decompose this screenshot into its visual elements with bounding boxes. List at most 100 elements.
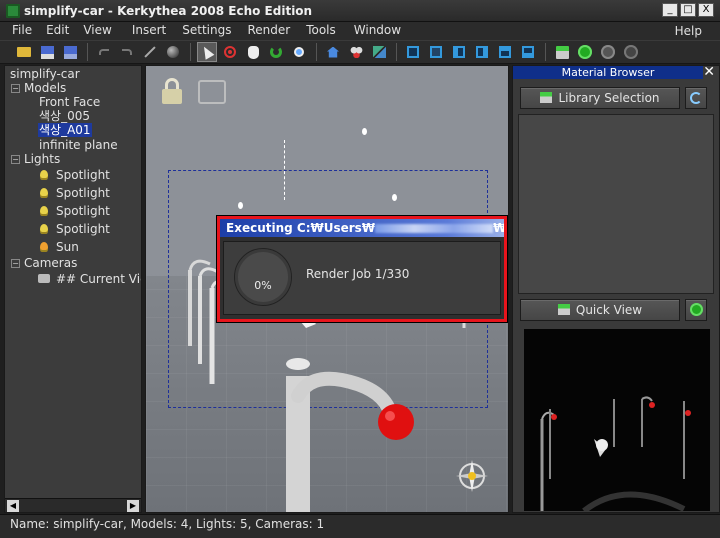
quick-render-button[interactable]	[685, 299, 707, 321]
toolbar	[0, 40, 720, 64]
collapse-icon[interactable]: −	[11, 155, 20, 164]
menu-edit[interactable]: Edit	[38, 22, 75, 40]
library-list-area[interactable]	[518, 114, 714, 294]
pan-hand-icon[interactable]	[243, 42, 263, 62]
dialog-title: Executing C:₩Users₩₩0...	[220, 219, 504, 237]
dialog-body: 0% Render Job 1/330	[223, 241, 501, 315]
toolbar-separator	[396, 43, 397, 61]
tree-item-model[interactable]: Front Face	[39, 95, 100, 110]
menu-window[interactable]: Window	[342, 22, 407, 40]
material-browser-title: Material Browser	[513, 66, 703, 79]
material-browser-panel: Material Browser ✕ Library Selection Qui…	[512, 64, 720, 513]
tree-item-light[interactable]: Spotlight	[40, 204, 110, 219]
scroll-left-icon[interactable]: ◀	[7, 500, 19, 512]
tree-node-models[interactable]: − Models	[11, 81, 66, 96]
3d-viewport[interactable]: Executing C:₩Users₩₩0... 0% Render Job 1…	[145, 65, 509, 513]
select-icon[interactable]	[197, 42, 217, 62]
render-start-icon[interactable]	[575, 42, 595, 62]
menu-bar: File Edit View Insert Settings Render To…	[0, 22, 720, 40]
render-progress-dialog[interactable]: Executing C:₩Users₩₩0... 0% Render Job 1…	[217, 216, 507, 322]
maximize-button[interactable]: □	[680, 3, 696, 17]
cube-front-icon[interactable]	[403, 42, 423, 62]
title-bar: simplify-car - Kerkythea 2008 Echo Editi…	[0, 0, 720, 22]
zoom-icon[interactable]	[289, 42, 309, 62]
redo-icon[interactable]	[117, 42, 137, 62]
tree-horizontal-scrollbar[interactable]: ◀ ▶	[5, 498, 141, 512]
progress-percent: 0%	[254, 279, 272, 292]
toolbar-separator	[316, 43, 317, 61]
collapse-icon[interactable]: −	[11, 84, 20, 93]
tree-item-light[interactable]: Spotlight	[40, 222, 110, 237]
spotlight-bulb-icon	[40, 188, 48, 198]
redacted-path	[375, 224, 494, 233]
refresh-button[interactable]	[685, 87, 707, 109]
render-tree-icon[interactable]	[552, 42, 572, 62]
rotate-icon[interactable]	[266, 42, 286, 62]
tree-item-model[interactable]: 색상_005	[39, 109, 90, 124]
tree-item-light[interactable]: Spotlight	[40, 168, 110, 183]
close-button[interactable]: X	[698, 3, 714, 17]
cube-right-icon[interactable]	[472, 42, 492, 62]
menu-insert[interactable]: Insert	[118, 22, 172, 40]
sun-icon	[40, 242, 48, 252]
tree-root[interactable]: simplify-car	[10, 67, 80, 82]
spotlight-bulb-icon	[40, 224, 48, 234]
cube-back-icon[interactable]	[426, 42, 446, 62]
close-icon[interactable]: ✕	[703, 64, 715, 80]
status-bar: Name: simplify-car, Models: 4, Lights: 5…	[0, 514, 720, 538]
spotlight-bulb-icon	[40, 206, 48, 216]
render-job-label: Render Job 1/330	[306, 267, 410, 281]
tree-node-cameras[interactable]: − Cameras	[11, 256, 77, 271]
menu-file[interactable]: File	[0, 22, 38, 40]
toolbar-separator	[190, 43, 191, 61]
render-stop-icon[interactable]	[621, 42, 641, 62]
refresh-icon	[690, 92, 702, 104]
tree-node-lights[interactable]: − Lights	[11, 152, 60, 167]
undo-icon[interactable]	[94, 42, 114, 62]
spotlight-bulb-icon	[40, 170, 48, 180]
window-controls: _ □ X	[662, 3, 714, 17]
progress-ring: 0%	[234, 248, 292, 306]
library-selection-button[interactable]: Library Selection	[520, 87, 680, 109]
menu-help[interactable]: Help	[663, 23, 708, 38]
scroll-right-icon[interactable]: ▶	[127, 500, 139, 512]
toolbar-separator	[545, 43, 546, 61]
menu-tools[interactable]: Tools	[296, 22, 342, 40]
sphere-icon[interactable]	[163, 42, 183, 62]
cube-left-icon[interactable]	[449, 42, 469, 62]
group-icon[interactable]	[346, 42, 366, 62]
status-text: Name: simplify-car, Models: 4, Lights: 5…	[10, 517, 325, 531]
camera-icon	[38, 274, 50, 283]
tree-item-camera[interactable]: ## Current View	[38, 272, 141, 287]
open-icon[interactable]	[14, 42, 34, 62]
quick-view-preview	[524, 329, 710, 511]
tree-item-model[interactable]: infinite plane	[39, 138, 118, 153]
toolbar-separator	[87, 43, 88, 61]
library-icon	[540, 92, 553, 103]
app-logo-icon	[6, 3, 20, 18]
compass-gizmo	[456, 460, 488, 492]
menu-settings[interactable]: Settings	[172, 22, 237, 40]
quick-view-button[interactable]: Quick View	[520, 299, 680, 321]
collapse-icon[interactable]: −	[11, 259, 20, 268]
window-title: simplify-car - Kerkythea 2008 Echo Editi…	[24, 3, 313, 18]
preview-render-image	[540, 396, 691, 511]
render-pause-icon[interactable]	[598, 42, 618, 62]
menu-render[interactable]: Render	[237, 22, 296, 40]
home-icon[interactable]	[323, 42, 343, 62]
quick-view-icon	[557, 304, 570, 315]
target-icon[interactable]	[220, 42, 240, 62]
save-as-icon[interactable]	[60, 42, 80, 62]
save-icon[interactable]	[37, 42, 57, 62]
wand-icon[interactable]	[140, 42, 160, 62]
tree-item-light[interactable]: Spotlight	[40, 186, 110, 201]
scene-tree-panel: simplify-car − Models Front Face 색상_005 색…	[4, 65, 142, 513]
minimize-button[interactable]: _	[662, 3, 678, 17]
render-start-icon	[689, 303, 703, 316]
cube-bottom-icon[interactable]	[518, 42, 538, 62]
cube-top-icon[interactable]	[495, 42, 515, 62]
tree-item-model-selected[interactable]: 색상_A01	[38, 123, 92, 138]
menu-view[interactable]: View	[75, 22, 117, 40]
tree-item-light[interactable]: Sun	[40, 240, 79, 255]
split-icon[interactable]	[369, 42, 389, 62]
